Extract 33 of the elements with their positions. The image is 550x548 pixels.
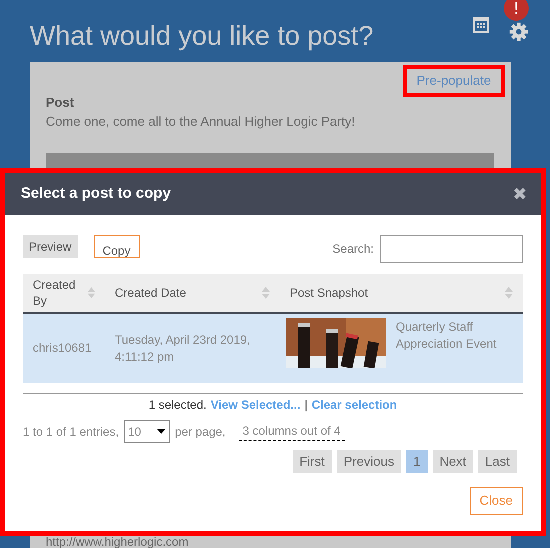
separator: |: [304, 397, 308, 414]
table-cell-text: chris10681: [32, 340, 93, 357]
per-page-text: per page,: [175, 424, 226, 440]
column-header[interactable]: Post Snapshot: [280, 274, 523, 312]
page-button[interactable]: Last: [478, 450, 517, 473]
alert-badge[interactable]: !: [504, 0, 529, 21]
dialog-title: Select a post to copy: [21, 184, 172, 204]
search-field[interactable]: [380, 235, 523, 263]
table-cell-text: Tuesday, April 23rd 2019, 4:11:12 pm: [114, 332, 252, 366]
preview-button[interactable]: Preview: [23, 235, 78, 258]
page-button[interactable]: 1: [406, 450, 428, 473]
columns-link[interactable]: 3 columns out of 4: [238, 422, 345, 441]
column-header[interactable]: Created Date: [105, 274, 280, 312]
post-label: Post: [46, 94, 74, 112]
calendar-icon[interactable]: [473, 16, 489, 33]
caret-icon: [157, 429, 166, 434]
page-title: What would you like to post?: [30, 20, 374, 53]
view-selected-link[interactable]: View Selected...: [210, 396, 301, 414]
close-button[interactable]: Close: [470, 487, 523, 515]
search-label: Search:: [332, 241, 374, 258]
column-header[interactable]: Created By: [23, 274, 105, 312]
close-icon[interactable]: ✖: [513, 186, 527, 202]
copy-button[interactable]: Copy: [94, 235, 140, 258]
page-button[interactable]: First: [292, 450, 332, 473]
table-row[interactable]: chris10681 Tuesday, April 23rd 2019, 4:11:12 pm Quarterly Staff Appreciation Event: [23, 314, 523, 383]
post-text: Come one, come all to the Annual Higher Logic Party!: [46, 113, 356, 131]
clear-selection-link[interactable]: Clear selection: [312, 396, 398, 414]
entries-text: 1 to 1 of 1 entries,: [23, 424, 120, 440]
page-button[interactable]: Next: [432, 450, 474, 473]
table-cell-text: Quarterly Staff Appreciation Event: [396, 319, 498, 353]
selection-count: 1 selected.: [148, 397, 207, 414]
per-page-select[interactable]: 10: [124, 420, 170, 443]
page-button[interactable]: Previous: [336, 450, 402, 473]
